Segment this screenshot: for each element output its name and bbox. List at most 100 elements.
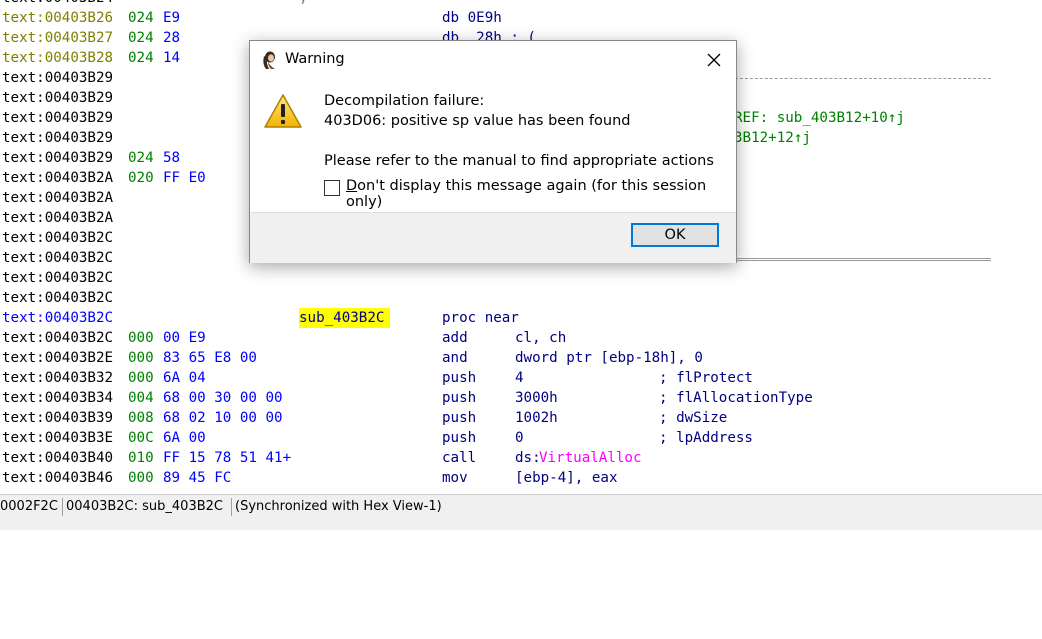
stack-pointer: 024 [128,10,154,26]
line-address[interactable]: text:00403B40 [2,448,113,468]
line-address[interactable]: text:00403B3E [2,428,113,448]
instruction-comment: ; flProtect [659,370,753,386]
dialog-footer: OK [250,212,736,263]
line-address[interactable]: text:00403B27 [2,28,113,48]
status-offset: 0002F2C [0,499,58,514]
opcode-bytes: FF 15 78 51 41+ [163,450,292,466]
opcode-bytes: FF E0 [163,170,206,186]
opcode-bytes: 28 [163,30,181,46]
xref-comment[interactable]: 3B12+12↑j [734,128,811,148]
instruction-operand: 3000h [515,390,558,406]
stack-pointer: 004 [128,390,154,406]
line-address[interactable]: text:00403B2A [2,188,113,208]
line-address[interactable]: text:00403B2C [2,328,113,348]
line-address[interactable]: text:00403B2A [2,208,113,228]
instruction-mnemonic: db 0E9h [442,10,502,26]
listing-line[interactable]: text:00403B2E 000 83 65 E8 00 and dword ptr … [0,348,1042,368]
line-address[interactable]: text:00403B2A [2,168,113,188]
opcode-bytes: 89 45 FC [163,470,232,486]
instruction-operand: 4 [515,370,524,386]
line-address[interactable]: text:00403B2C [2,308,113,328]
bottom-strip [0,518,1042,530]
instruction-mnemonic: call [442,450,477,466]
dont-show-checkbox[interactable] [324,180,340,196]
instruction-comment: ; dwSize [659,410,728,426]
line-address[interactable]: text:00403B29 [2,148,113,168]
instruction-mnemonic: mov [442,470,468,486]
instruction-operand: ds: VirtualAlloc [515,450,642,466]
ida-app-icon [263,51,275,69]
stack-pointer: 000 [128,330,154,346]
instruction-mnemonic: push [442,390,477,406]
listing-line[interactable]: text:00403B2C [0,288,1042,308]
checkbox-label-text: on't display this message again (for thi… [346,178,707,210]
line-address[interactable]: text:00403B2C [2,288,113,308]
line-address[interactable]: text:00403B2E [2,348,113,368]
status-sync: (Synchronized with Hex View-1) [235,499,442,514]
listing-line[interactable]: text:00403B3E 00C 6A 00 push 0 ; lpAddress [0,428,1042,448]
xref-comment[interactable]: REF: sub_403B12+10↑j [734,108,905,128]
ok-button[interactable]: OK [631,223,719,247]
warning-dialog: Warning Decompilation failure: 403D06: p… [249,40,737,263]
instruction-mnemonic: proc near [442,310,519,326]
instruction-operand: [ebp-4], eax [515,470,618,486]
line-address[interactable]: text:00403B29 [2,88,113,108]
opcode-bytes: 14 [163,50,181,66]
listing-line[interactable]: text:00403B40 010 FF 15 78 51 41+ call ds: Vi… [0,448,1042,468]
opcode-bytes: 68 00 30 00 00 [163,390,283,406]
status-location: 00403B2C: sub_403B2C [66,499,223,514]
instruction-mnemonic: and [442,350,468,366]
stack-pointer: 010 [128,450,154,466]
line-address[interactable]: text:00403B34 [2,388,113,408]
instruction-operand: 0 [515,430,524,446]
line-address[interactable]: text:00403B2C [2,268,113,288]
instruction-operand: cl, ch [515,330,567,346]
stack-pointer: 00C [128,430,154,446]
dont-show-checkbox-label[interactable]: Don't display this message again (for th… [346,178,736,210]
opcode-bytes: 6A 00 [163,430,206,446]
line-address[interactable]: text:00403B32 [2,368,113,388]
listing-line[interactable]: text:00403B2C 000 00 E9 add cl, ch [0,328,1042,348]
close-button[interactable] [698,47,730,73]
function-separator [735,258,991,261]
listing-line[interactable]: text:00403B46 000 89 45 FC mov [ebp-4], eax [0,468,1042,488]
line-address[interactable]: text:00403B39 [2,408,113,428]
opcode-bytes: E9 [163,10,181,26]
warning-triangle-icon [264,94,302,128]
instruction-mnemonic: push [442,410,477,426]
listing-line[interactable]: text:00403B34 004 68 00 30 00 00 push 3000h;… [0,388,1042,408]
stack-pointer: 024 [128,50,154,66]
listing-line[interactable]: text:00403B26 024 E9 db 0E9h [0,8,1042,28]
line-address[interactable]: text:00403B2C [2,248,113,268]
line-address[interactable]: text:00403B2C [2,228,113,248]
dialog-titlebar[interactable]: Warning [250,41,736,81]
dialog-message-line2: 403D06: positive sp value has been found [324,113,631,129]
stack-pointer: 024 [128,30,154,46]
line-address[interactable]: text:00403B29 [2,108,113,128]
opcode-bytes: 83 65 E8 00 [163,350,257,366]
stack-pointer: 000 [128,350,154,366]
opcode-bytes: 68 02 10 00 00 [163,410,283,426]
listing-line[interactable]: text:00403B2C sub_403B2C proc near [0,308,1042,328]
stack-pointer: 000 [128,370,154,386]
function-label[interactable]: sub_403B2C [299,308,391,328]
dialog-message-line3: Please refer to the manual to find appro… [324,153,714,169]
line-address[interactable]: text:00403B24 [2,0,113,8]
stack-pointer: 020 [128,170,154,186]
listing-line[interactable]: text:00403B39 008 68 02 10 00 00 push 1002h;… [0,408,1042,428]
opcode-bytes: 58 [163,150,181,166]
listing-line[interactable]: text:00403B24; [0,0,1042,8]
stack-pointer: 008 [128,410,154,426]
import-function-name[interactable]: VirtualAlloc [539,448,642,468]
dialog-message-line1: Decompilation failure: [324,93,485,109]
comment-marker: ; [299,0,308,8]
line-address[interactable]: text:00403B46 [2,468,113,488]
instruction-mnemonic: push [442,430,477,446]
line-address[interactable]: text:00403B26 [2,8,113,28]
line-address[interactable]: text:00403B29 [2,68,113,88]
listing-line[interactable]: text:00403B32 000 6A 04 push 4 ; flProtect [0,368,1042,388]
line-address[interactable]: text:00403B29 [2,128,113,148]
listing-line[interactable]: text:00403B2C [0,268,1042,288]
status-bar: 0002F2C 00403B2C: sub_403B2C (Synchroniz… [0,494,1042,519]
line-address[interactable]: text:00403B28 [2,48,113,68]
